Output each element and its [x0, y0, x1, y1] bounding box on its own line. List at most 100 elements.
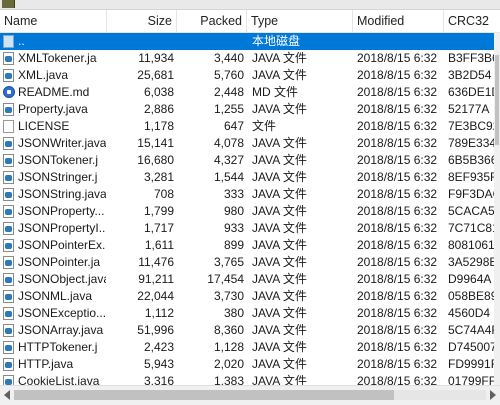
file-crc32: 058BE89: [448, 289, 494, 303]
java-file-icon: [3, 69, 14, 82]
file-size: 6,038: [143, 85, 174, 99]
file-size: 1,799: [143, 204, 174, 218]
file-modified: 2018/8/15 6:32: [357, 255, 438, 269]
file-row[interactable]: JSONTokener.j 16,680 4,327 JAVA 文件 2018/8/15…: [0, 152, 494, 169]
file-size: 25,681: [137, 68, 174, 82]
file-size: [110, 33, 174, 50]
file-row[interactable]: JSONStringer.j 3,281 1,544 JAVA 文件 2018/8/15…: [0, 169, 494, 186]
file-row[interactable]: HTTPTokener.j 2,423 1,128 JAVA 文件 2018/8/15 …: [0, 339, 494, 356]
java-file-icon: [3, 307, 14, 320]
file-type: JAVA 文件: [252, 102, 307, 116]
file-modified: 2018/8/15 6:32: [357, 102, 438, 116]
file-row[interactable]: JSONString.java 708 333 JAVA 文件 2018/8/15 6:…: [0, 186, 494, 203]
column-header-size[interactable]: Size: [107, 10, 177, 32]
file-row[interactable]: JSONArray.java 51,996 8,360 JAVA 文件 2018/8/1…: [0, 322, 494, 339]
file-name-cell: JSONString.java: [2, 186, 106, 203]
file-name: JSONPointerEx...: [18, 238, 106, 252]
file-size: 16,680: [137, 153, 174, 167]
file-packed-size: 3,730: [213, 289, 244, 303]
horizontal-scroll-track[interactable]: [14, 390, 486, 400]
column-header-name[interactable]: Name: [0, 10, 107, 32]
file-row[interactable]: JSONProperty... 1,799 980 JAVA 文件 2018/8/15 …: [0, 203, 494, 220]
file-row[interactable]: JSONObject.java 91,211 17,454 JAVA 文件 2018/8…: [0, 271, 494, 288]
file-crc32: 636DE1D: [448, 85, 494, 99]
file-name-cell: JSONWriter.java: [2, 135, 106, 152]
file-crc32: 52177A: [448, 102, 490, 116]
file-modified: 2018/8/15 6:32: [357, 221, 438, 235]
column-header-crc32[interactable]: CRC32: [444, 10, 500, 32]
file-row[interactable]: JSONPointerEx... 1,611 899 JAVA 文件 2018/8/15…: [0, 237, 494, 254]
file-type: JAVA 文件: [252, 170, 307, 184]
file-modified: 2018/8/15 6:32: [357, 323, 438, 337]
file-modified: 2018/8/15 6:32: [357, 170, 438, 184]
file-row[interactable]: LICENSE 1,178 647 文件 2018/8/15 6:32 7E3BC92: [0, 118, 494, 135]
scroll-left-arrow-icon[interactable]: [4, 390, 10, 400]
file-row[interactable]: README.md 6,038 2,448 MD 文件 2018/8/15 6:32 63…: [0, 84, 494, 101]
vertical-scroll-thumb[interactable]: [495, 55, 499, 145]
file-modified: 2018/8/15 6:32: [357, 119, 438, 133]
file-name: JSONExceptio...: [18, 306, 106, 320]
file-modified: 2018/8/15 6:32: [357, 187, 438, 201]
file-row[interactable]: JSONPropertyI... 1,717 933 JAVA 文件 2018/8/15…: [0, 220, 494, 237]
file-size: 1,178: [143, 119, 174, 133]
horizontal-scrollbar[interactable]: [0, 385, 500, 405]
file-type: JAVA 文件: [252, 255, 307, 269]
file-name: JSONArray.java: [18, 323, 104, 337]
file-name: XML.java: [18, 68, 69, 82]
file-name: JSONML.java: [18, 289, 93, 303]
file-row[interactable]: JSONML.java 22,044 3,730 JAVA 文件 2018/8/15 6…: [0, 288, 494, 305]
file-row[interactable]: JSONExceptio... 1,112 380 JAVA 文件 2018/8/15 …: [0, 305, 494, 322]
file-modified: [357, 33, 443, 50]
file-crc32: 3A5298B: [448, 255, 494, 269]
column-header-row: Name Size Packed Type Modified CRC32: [0, 10, 500, 33]
file-packed-size: 3,440: [213, 51, 244, 65]
file-row[interactable]: .. 本地磁盘: [0, 33, 494, 50]
file-name-cell: JSONStringer.j: [2, 169, 106, 186]
file-name-cell: JSONPointer.ja: [2, 254, 106, 271]
file-crc32: 8081061: [448, 238, 494, 252]
column-header-packed[interactable]: Packed: [177, 10, 247, 32]
java-file-icon: [3, 273, 14, 286]
file-size: 22,044: [137, 289, 174, 303]
file-name-cell: XML.java: [2, 67, 106, 84]
file-modified: 2018/8/15 6:32: [357, 272, 438, 286]
java-file-icon: [3, 375, 14, 385]
file-crc32: 5C74A4F: [448, 323, 494, 337]
generic-file-icon: [3, 120, 14, 133]
file-modified: 2018/8/15 6:32: [357, 340, 438, 354]
file-modified: 2018/8/15 6:32: [357, 289, 438, 303]
file-name: ..: [18, 34, 25, 48]
file-name: CookieList.java: [18, 374, 100, 385]
file-row[interactable]: JSONPointer.ja 11,476 3,765 JAVA 文件 2018/8/1…: [0, 254, 494, 271]
file-row[interactable]: XML.java 25,681 5,760 JAVA 文件 2018/8/15 6:32…: [0, 67, 494, 84]
file-size: 1,611: [144, 238, 174, 252]
archive-file-list-window: Name Size Packed Type Modified CRC32 .. 本…: [0, 0, 500, 405]
scroll-right-arrow-icon[interactable]: [490, 390, 496, 400]
file-modified: 2018/8/15 6:32: [357, 85, 438, 99]
file-row[interactable]: HTTP.java 5,943 2,020 JAVA 文件 2018/8/15 6:32…: [0, 356, 494, 373]
file-crc32: D745007: [448, 340, 494, 354]
column-header-modified[interactable]: Modified: [353, 10, 444, 32]
java-file-icon: [3, 188, 14, 201]
file-row[interactable]: CookieList.java 3,316 1,383 JAVA 文件 2018/8/1…: [0, 373, 494, 385]
column-header-type[interactable]: Type: [247, 10, 353, 32]
file-size: 51,996: [137, 323, 174, 337]
file-packed-size: 1,544: [213, 170, 244, 184]
file-name: HTTP.java: [18, 357, 74, 371]
file-crc32: 4560D4: [448, 306, 491, 320]
file-name-cell: JSONTokener.j: [2, 152, 106, 169]
file-packed-size: 3,765: [213, 255, 244, 269]
file-crc32: 6B5B366: [448, 153, 494, 167]
horizontal-scroll-thumb[interactable]: [14, 390, 394, 400]
java-file-icon: [3, 256, 14, 269]
vertical-scrollbar[interactable]: [494, 33, 500, 385]
file-name-cell: README.md: [2, 84, 106, 101]
file-name: JSONStringer.j: [18, 170, 98, 184]
file-row[interactable]: XMLTokener.ja 11,934 3,440 JAVA 文件 2018/8/15…: [0, 50, 494, 67]
file-size: 2,886: [143, 102, 174, 116]
java-file-icon: [3, 171, 14, 184]
file-row[interactable]: Property.java 2,886 1,255 JAVA 文件 2018/8/15 …: [0, 101, 494, 118]
file-row[interactable]: JSONWriter.java 15,141 4,078 JAVA 文件 2018/8/…: [0, 135, 494, 152]
file-size: 5,943: [143, 357, 174, 371]
file-name: JSONWriter.java: [18, 136, 106, 150]
